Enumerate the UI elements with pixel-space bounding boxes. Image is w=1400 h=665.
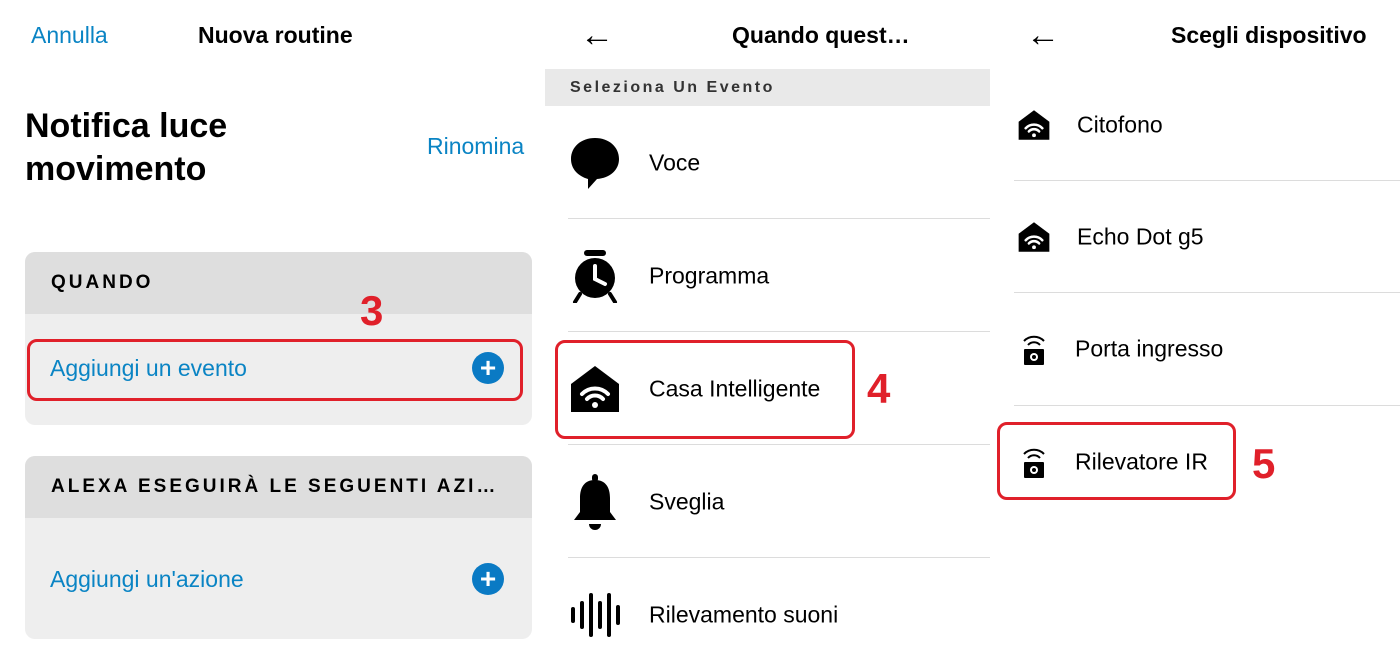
smart-home-icon <box>1016 217 1052 257</box>
actions-header: ALEXA ESEGUIRÀ LE SEGUENTI AZI… <box>25 456 532 518</box>
highlight-box <box>27 339 523 401</box>
rename-button[interactable]: Rinomina <box>427 133 524 160</box>
bell-icon <box>568 473 622 530</box>
alarm-clock-icon <box>568 249 622 303</box>
step-number: 4 <box>867 365 891 412</box>
back-arrow-icon[interactable]: ← <box>580 18 614 52</box>
when-header: QUANDO <box>25 252 532 314</box>
device-chooser-panel: ← Scegli dispositivo Citofono Echo Dot g… <box>990 0 1400 665</box>
highlight-box <box>555 340 855 439</box>
sensor-icon <box>1016 329 1052 369</box>
event-item-sveglia[interactable]: Sveglia <box>545 445 990 558</box>
add-action-row[interactable]: Aggiungi un'azione + <box>25 548 532 610</box>
speech-bubble-icon <box>568 136 622 190</box>
routine-name: Notifica luce movimento <box>25 107 228 188</box>
page-title: Scegli dispositivo <box>1171 22 1367 48</box>
device-label: Echo Dot g5 <box>1077 223 1204 250</box>
plus-icon[interactable]: + <box>472 563 504 595</box>
add-action-label: Aggiungi un'azione <box>50 565 244 592</box>
highlight-box <box>997 422 1236 500</box>
sound-wave-icon <box>568 588 622 642</box>
event-type-panel: ← Quando quest… Seleziona Un Evento Voce… <box>545 0 990 665</box>
device-label: Citofono <box>1077 111 1163 138</box>
event-label: Programma <box>649 262 770 288</box>
step-number: 3 <box>360 287 384 334</box>
back-arrow-icon[interactable]: ← <box>1026 18 1060 52</box>
step-number: 5 <box>1252 440 1276 487</box>
smart-home-icon <box>1016 105 1052 145</box>
event-label: Voce <box>649 149 701 175</box>
event-item-voce[interactable]: Voce <box>545 106 990 219</box>
event-item-rilevamento-suoni[interactable]: Rilevamento suoni <box>545 558 990 665</box>
device-label: Porta ingresso <box>1075 335 1224 362</box>
routine-editor-panel: Annulla Nuova routine Notifica luce movi… <box>0 0 545 665</box>
page-title: Nuova routine <box>198 22 353 48</box>
event-item-programma[interactable]: Programma <box>545 219 990 332</box>
event-label: Rilevamento suoni <box>649 601 839 627</box>
device-item-citofono[interactable]: Citofono <box>990 69 1400 181</box>
device-item-porta-ingresso[interactable]: Porta ingresso <box>990 293 1400 405</box>
cancel-button[interactable]: Annulla <box>31 22 108 49</box>
event-label: Sveglia <box>649 488 725 514</box>
device-item-echo-dot-g5[interactable]: Echo Dot g5 <box>990 181 1400 293</box>
page-title: Quando quest… <box>732 22 910 48</box>
section-header: Seleziona Un Evento <box>545 69 990 106</box>
actions-card: ALEXA ESEGUIRÀ LE SEGUENTI AZI… Aggiungi… <box>25 456 532 639</box>
